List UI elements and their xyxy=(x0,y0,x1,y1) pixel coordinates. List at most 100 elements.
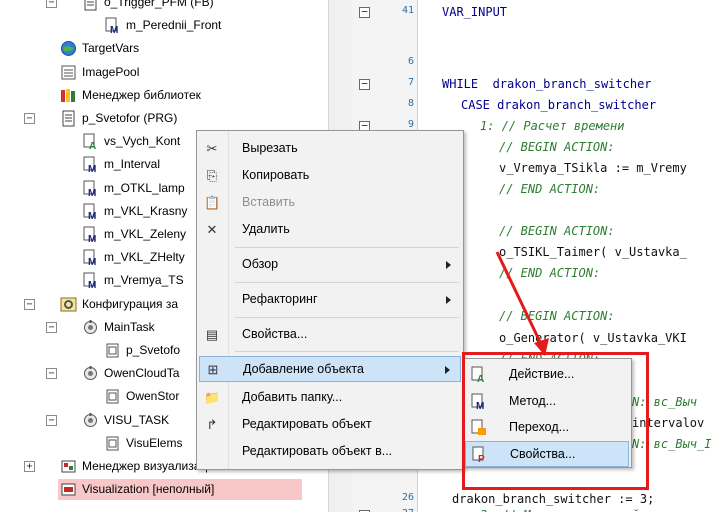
code-text[interactable]: // BEGIN ACTION: xyxy=(499,309,615,323)
tree-item-label: OwenCloudTa xyxy=(104,366,180,381)
menu-item[interactable]: ▤ Свойства... xyxy=(199,322,461,348)
code-line[interactable]: − 7 WHILE drakon_branch_switcher xyxy=(352,74,719,95)
tree-item-label: ImagePool xyxy=(82,64,140,79)
line-number: 26 xyxy=(401,492,414,503)
menu-item-label: Вставить xyxy=(242,195,295,209)
cut-icon: ✂ xyxy=(206,141,218,156)
menu-item[interactable]: ⎘ Копировать xyxy=(199,163,461,189)
line-number: 27 xyxy=(382,508,414,512)
code-text[interactable]: WHILE drakon_branch_switcher xyxy=(442,77,652,91)
folder-icon: 📁 xyxy=(204,390,221,405)
code-line[interactable] xyxy=(352,30,719,51)
tree-item-label: m_Interval xyxy=(104,157,161,172)
code-text[interactable]: drakon_branch_switcher := 3; xyxy=(452,492,654,506)
collapse-icon[interactable]: − xyxy=(46,368,57,380)
image-pool-icon xyxy=(60,64,77,81)
library-icon xyxy=(60,87,77,104)
tree-item-label: MainTask xyxy=(104,319,155,334)
tree-item[interactable]: Visualization [неполный] xyxy=(58,479,302,501)
menu-item[interactable]: ✂ Вырезать xyxy=(199,136,461,162)
expand-icon[interactable]: + xyxy=(24,461,35,472)
tree-item-label: m_Perednii_Front xyxy=(126,18,222,33)
code-text[interactable]: // END ACTION: xyxy=(499,182,600,196)
add-object-icon: ⊞ xyxy=(207,362,219,377)
code-text[interactable]: VAR_INPUT xyxy=(442,5,507,19)
fold-toggle-icon[interactable]: − xyxy=(359,78,370,90)
svg-text:M: M xyxy=(110,25,118,34)
collapse-icon[interactable]: − xyxy=(24,298,35,310)
menu-item-label: Вырезать xyxy=(242,141,298,155)
program-call-icon xyxy=(104,435,121,452)
menu-separator xyxy=(235,317,459,318)
delete-icon: ✕ xyxy=(206,222,218,237)
code-text[interactable]: v_Vremya_TSikla := m_Vremy xyxy=(499,161,687,175)
menu-item[interactable]: ↱ Редактировать объект xyxy=(199,412,461,438)
action-icon: A xyxy=(82,133,99,152)
tree-item-label: m_VKL_ZHelty xyxy=(104,250,185,265)
menu-item[interactable]: Обзор xyxy=(199,252,461,278)
tree-item-label: m_Vremya_TS xyxy=(104,273,184,288)
paste-icon: 📋 xyxy=(204,195,221,210)
menu-item-label: Редактировать объект в... xyxy=(242,444,393,458)
menu-item[interactable]: ✕ Удалить xyxy=(199,217,461,243)
svg-text:A: A xyxy=(89,141,96,150)
line-number: 7 xyxy=(407,77,414,88)
fold-toggle-icon[interactable]: − xyxy=(359,6,370,18)
code-text[interactable]: o_Generator( v_Ustavka_VKI xyxy=(499,331,687,345)
menu-item-label: Добавление объекта xyxy=(243,362,364,376)
code-text[interactable]: // END ACTION: xyxy=(499,266,600,280)
context-menu[interactable]: ✂ Вырезать ⎘ Копировать 📋 Вставить ✕ Удалить Обз… xyxy=(196,130,464,470)
code-line[interactable]: − 41 VAR_INPUT xyxy=(352,2,719,23)
tree-item-label: Менеджер библиотек xyxy=(82,87,201,102)
task-icon xyxy=(82,412,99,429)
menu-item[interactable]: Редактировать объект в... xyxy=(199,439,461,465)
code-text[interactable]: o_TSIKL_Taimer( v_Ustavka_ xyxy=(499,245,687,259)
svg-text:M: M xyxy=(88,211,96,220)
code-text[interactable]: 1: // Расчет времени xyxy=(480,119,625,133)
svg-text:M: M xyxy=(88,164,96,173)
task-icon xyxy=(82,365,99,382)
code-line[interactable]: −273: // Машина состояний xyxy=(352,505,719,512)
tree-item[interactable]: − o_Trigger_PFM (FB) xyxy=(0,0,328,13)
menu-item-label: Рефакторинг xyxy=(242,292,318,306)
collapse-icon[interactable]: − xyxy=(46,414,57,426)
method-icon: M xyxy=(82,272,99,291)
menu-item[interactable]: Рефакторинг xyxy=(199,287,461,313)
code-text[interactable]: // BEGIN ACTION: xyxy=(499,140,615,154)
tree-item[interactable]: ImagePool xyxy=(0,62,328,83)
copy-icon: ⎘ xyxy=(206,168,218,183)
tree-item-label: VisuElems xyxy=(126,435,183,450)
tree-item[interactable]: − p_Svetofor (PRG) xyxy=(0,108,328,129)
method-icon: M xyxy=(82,180,99,199)
method-icon: M xyxy=(82,249,99,268)
svg-text:M: M xyxy=(88,188,96,197)
code-line[interactable]: 6 xyxy=(352,53,719,74)
edit-object-icon: ↱ xyxy=(206,417,218,432)
submenu-arrow-icon xyxy=(445,366,450,374)
code-line[interactable]: 8 CASE drakon_branch_switcher xyxy=(352,95,719,116)
tree-item-label: p_Svetofor (PRG) xyxy=(82,111,178,125)
tree-item[interactable]: Менеджер библиотек xyxy=(0,85,328,106)
tree-item-label: o_Trigger_PFM (FB) xyxy=(104,0,214,9)
menu-item[interactable]: 📋 Вставить xyxy=(199,190,461,216)
code-text[interactable]: // BEGIN ACTION: xyxy=(499,224,615,238)
code-text[interactable]: 3: // Машина состояний xyxy=(480,508,639,512)
menu-item-label: Обзор xyxy=(242,257,279,271)
visu-manager-icon xyxy=(60,458,77,475)
tree-item-label: Конфигурация за xyxy=(82,296,179,311)
menu-item-label: Удалить xyxy=(242,222,290,236)
tree-item[interactable]: TargetVars xyxy=(0,38,328,59)
menu-item-label: Добавить папку... xyxy=(242,390,343,404)
annotation-highlight-box xyxy=(462,352,649,490)
program-call-icon xyxy=(104,388,121,405)
tree-item[interactable]: Mm_Perednii_Front xyxy=(0,15,328,36)
submenu-arrow-icon xyxy=(446,261,451,269)
collapse-icon[interactable]: − xyxy=(24,113,35,124)
menu-item-label: Редактировать объект xyxy=(242,417,372,431)
collapse-icon[interactable]: − xyxy=(46,0,57,8)
menu-item[interactable]: ⊞ Добавление объекта xyxy=(199,356,461,382)
collapse-icon[interactable]: − xyxy=(46,321,57,333)
code-text[interactable]: CASE drakon_branch_switcher xyxy=(461,98,656,112)
tree-item-label: Visualization [неполный] xyxy=(82,482,215,497)
menu-item[interactable]: 📁 Добавить папку... xyxy=(199,385,461,411)
